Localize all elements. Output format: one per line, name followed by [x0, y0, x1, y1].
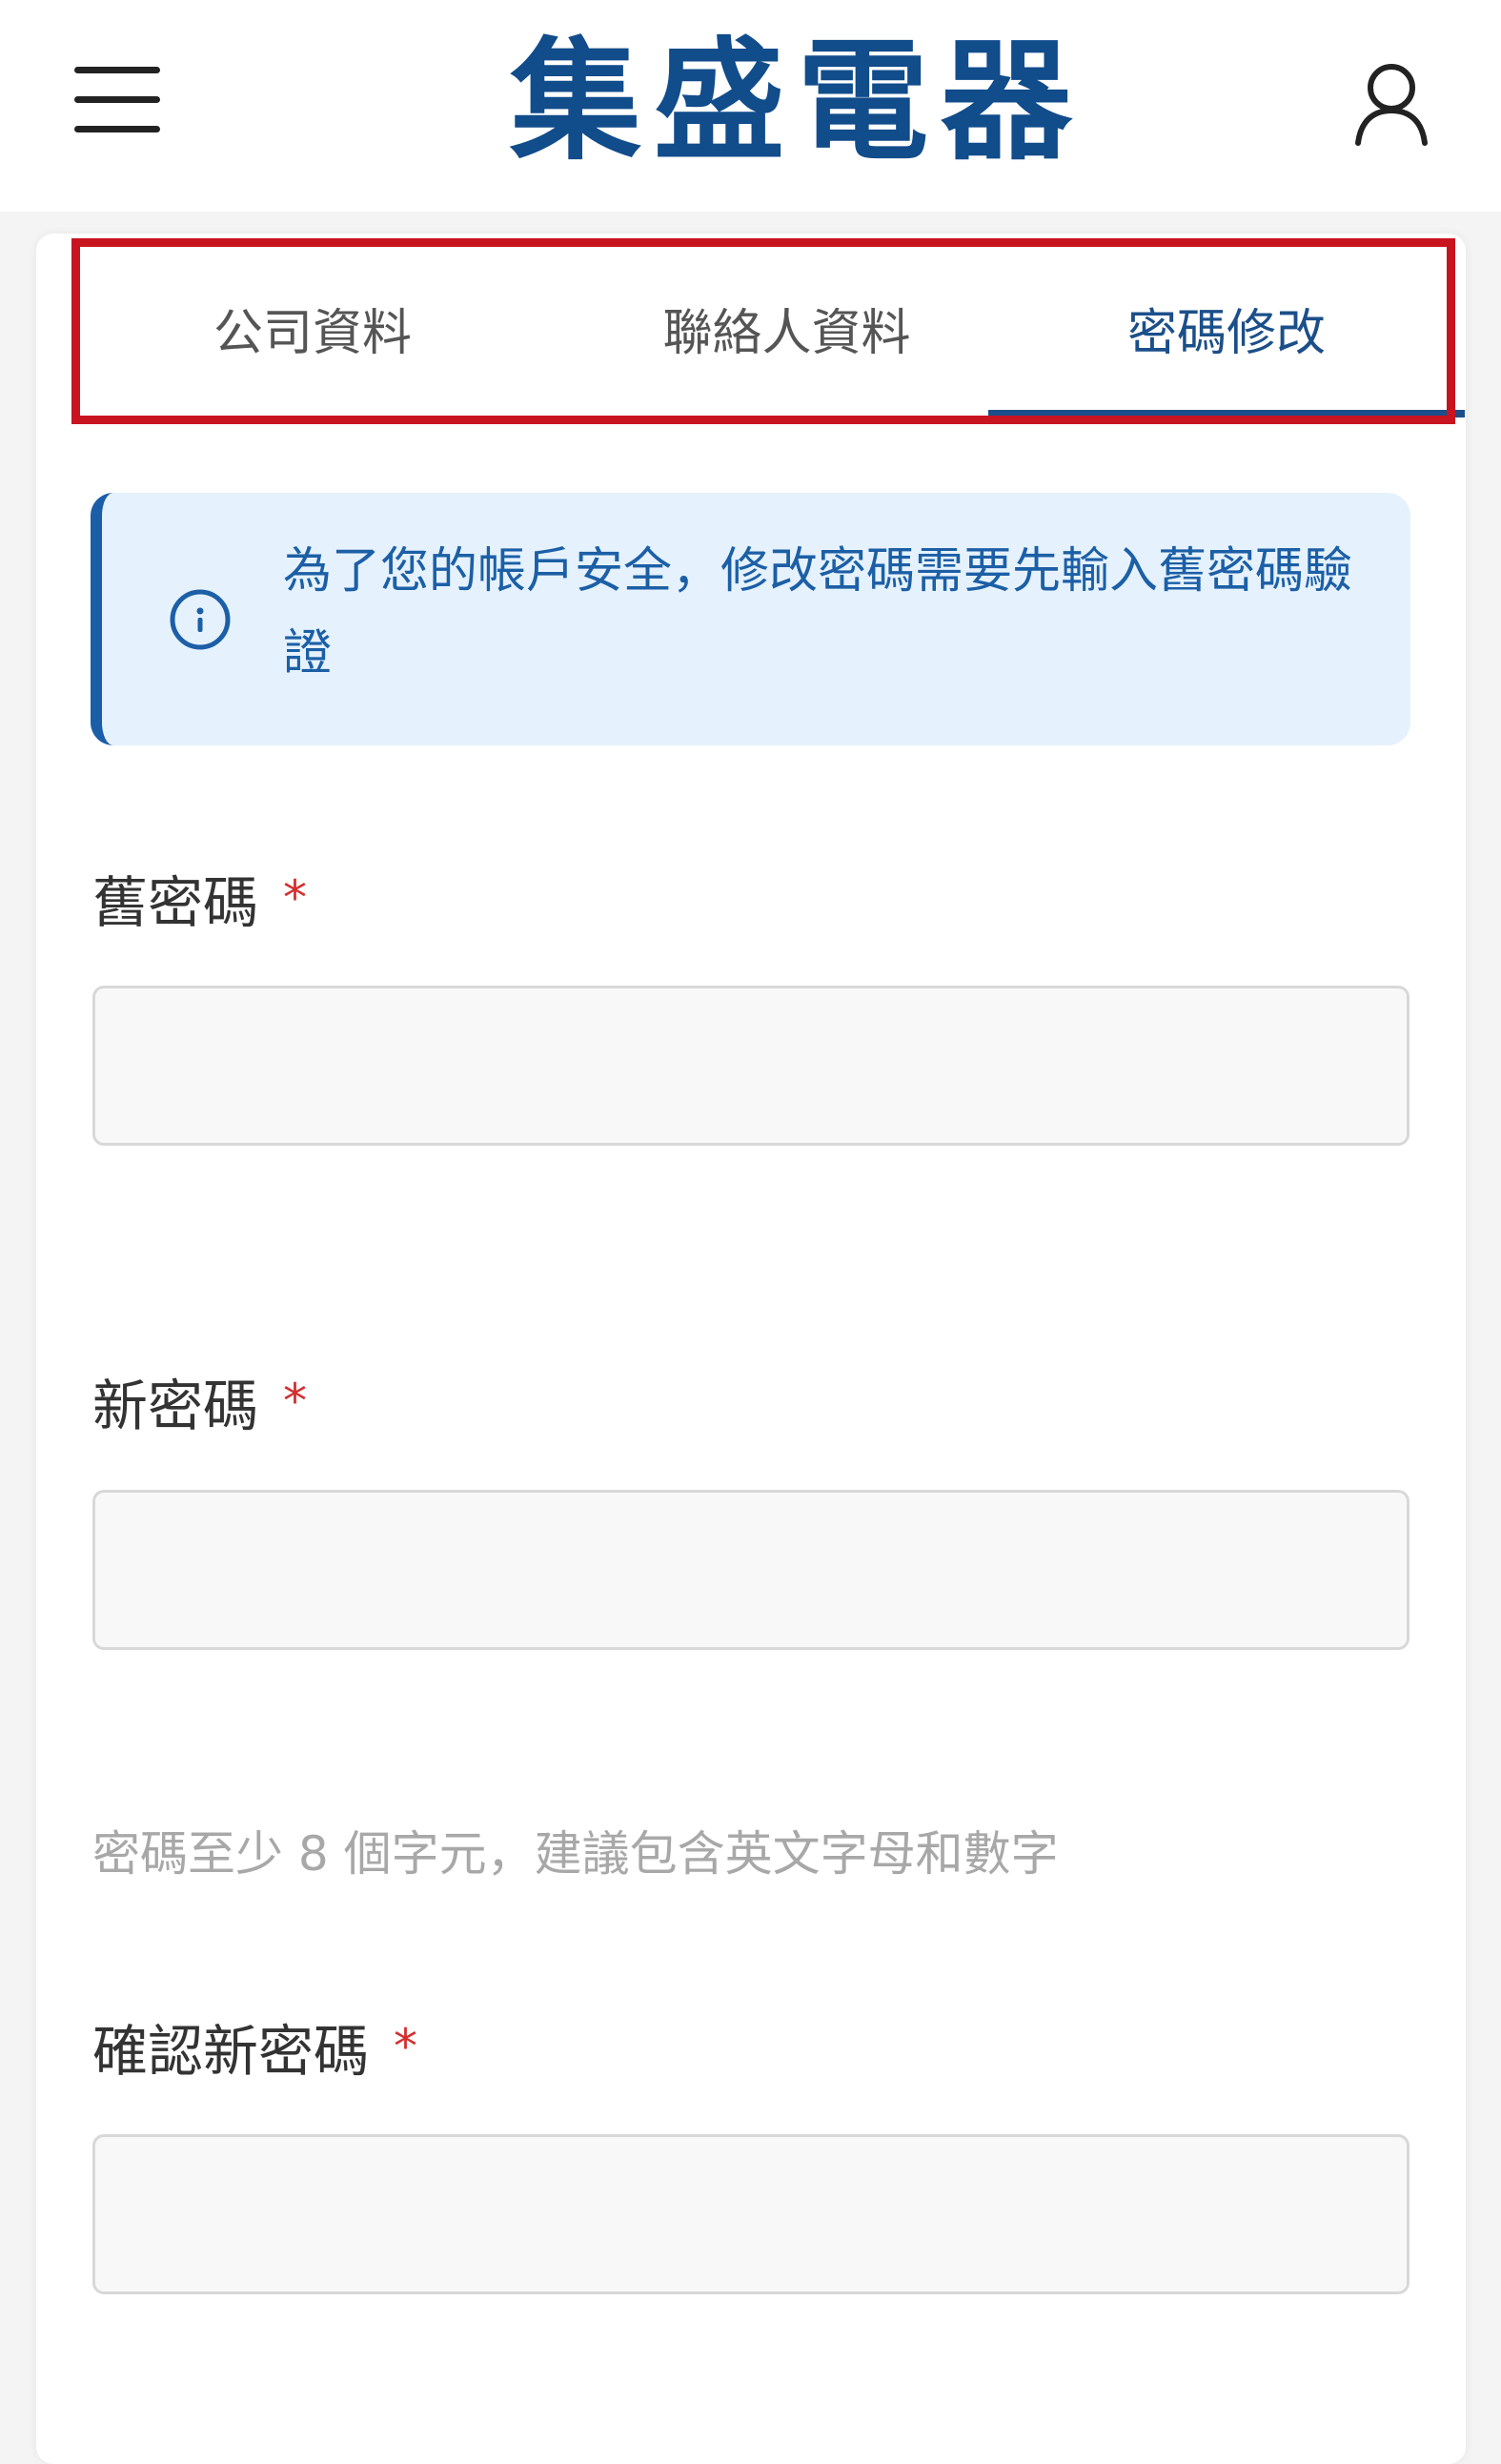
- user-icon[interactable]: [1353, 61, 1430, 147]
- new-password-label: 新密碼 *: [92, 1361, 307, 1441]
- logo-char: 電: [797, 25, 929, 178]
- info-icon: [170, 589, 231, 650]
- confirm-password-input[interactable]: [92, 2134, 1410, 2294]
- tab-company-info[interactable]: 公司資料: [93, 240, 532, 417]
- tab-change-password[interactable]: 密碼修改: [988, 240, 1465, 417]
- logo-char: 盛: [653, 25, 785, 178]
- old-password-input[interactable]: [92, 986, 1410, 1146]
- label-text: 確認新密碼: [92, 2019, 370, 2084]
- app-header: 集 盛 電 器: [0, 0, 1501, 212]
- tab-contact-info[interactable]: 聯絡人資料: [532, 240, 1042, 417]
- logo-char: 集: [510, 25, 642, 178]
- required-mark: *: [283, 1374, 308, 1429]
- brand-logo[interactable]: 集 盛 電 器: [510, 21, 1072, 183]
- hamburger-menu-icon[interactable]: [74, 67, 160, 133]
- tab-label: 公司資料: [213, 305, 412, 362]
- confirm-password-label: 確認新密碼 *: [92, 2006, 417, 2087]
- tab-label: 密碼修改: [1126, 305, 1326, 362]
- tab-label: 聯絡人資料: [662, 305, 911, 362]
- notice-text: 為了您的帳戶安全，修改密碼需要先輸入舊密碼驗證: [283, 543, 1353, 682]
- security-notice: 為了您的帳戶安全，修改密碼需要先輸入舊密碼驗證: [91, 493, 1410, 745]
- tab-bar: 公司資料 聯絡人資料 密碼修改: [36, 240, 1466, 417]
- required-mark: *: [283, 870, 308, 926]
- old-password-label: 舊密碼 *: [92, 858, 307, 938]
- required-mark: *: [394, 2019, 418, 2074]
- active-tab-indicator: [988, 410, 1465, 417]
- label-text: 新密碼: [92, 1374, 259, 1438]
- password-hint: 密碼至少 8 個字元，建議包含英文字母和數字: [92, 1826, 1059, 1882]
- logo-char: 器: [940, 25, 1072, 178]
- new-password-input[interactable]: [92, 1490, 1410, 1650]
- label-text: 舊密碼: [92, 870, 259, 935]
